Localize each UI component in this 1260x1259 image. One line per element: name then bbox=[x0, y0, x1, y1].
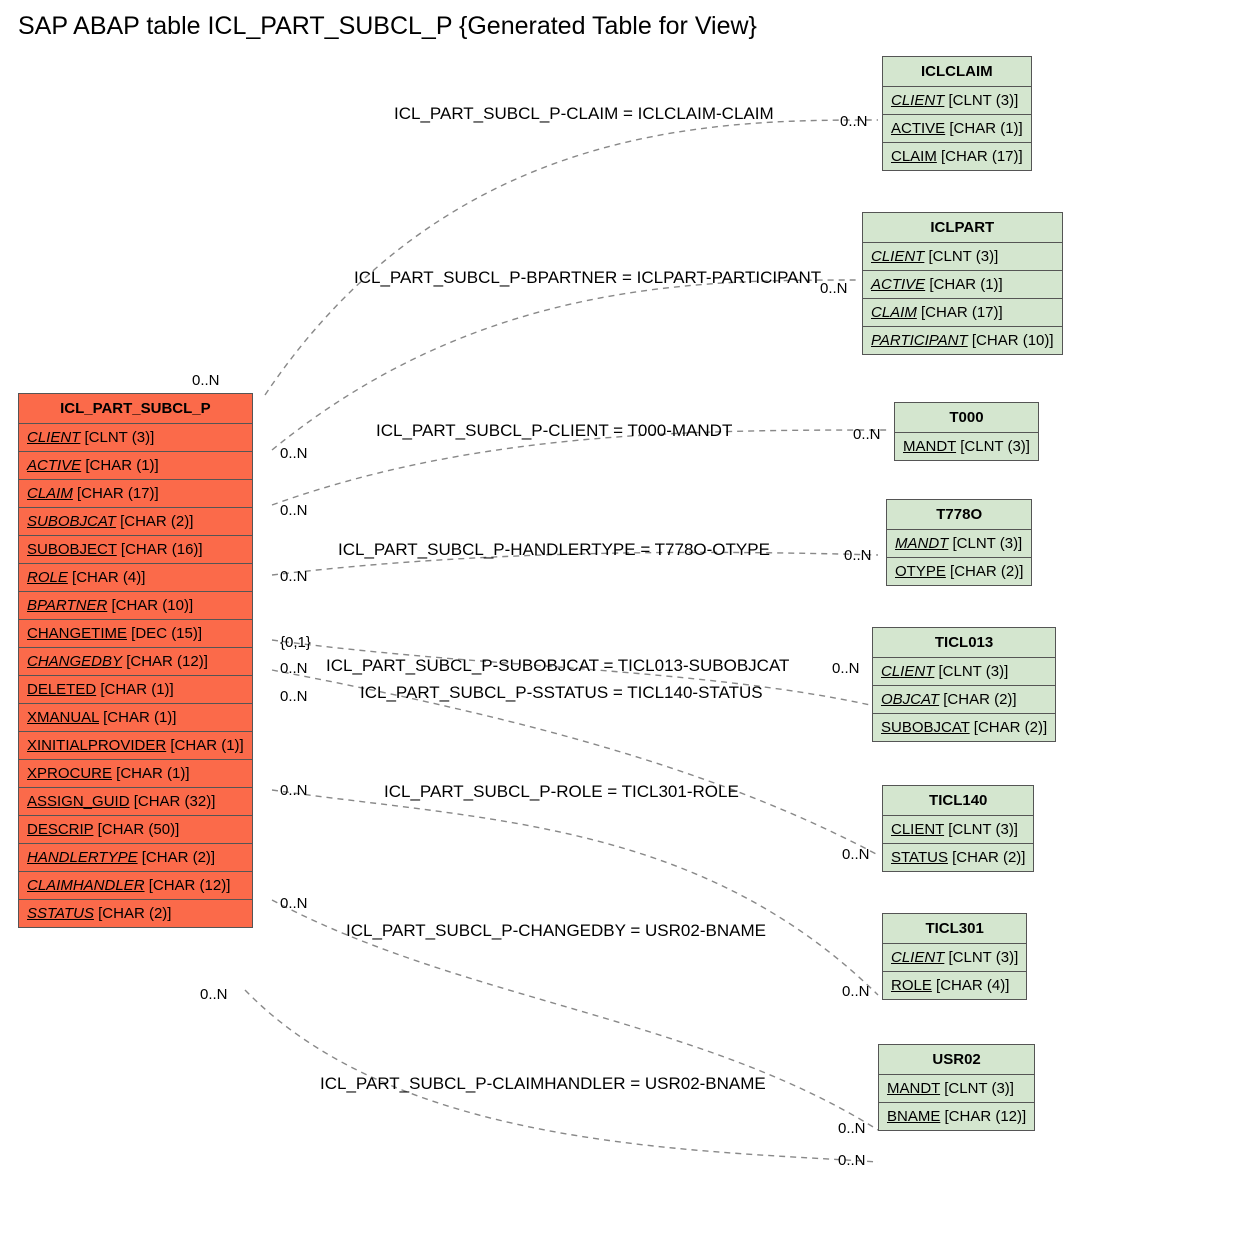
table-usr02: USR02MANDT [CLNT (3)]BNAME [CHAR (12)] bbox=[878, 1044, 1035, 1131]
field-row: DELETED [CHAR (1)] bbox=[19, 676, 252, 704]
field-row: XPROCURE [CHAR (1)] bbox=[19, 760, 252, 788]
field-row: CLIENT [CLNT (3)] bbox=[863, 243, 1062, 271]
page-title: SAP ABAP table ICL_PART_SUBCL_P {Generat… bbox=[18, 12, 757, 41]
rel-label: ICL_PART_SUBCL_P-CLAIMHANDLER = USR02-BN… bbox=[320, 1074, 766, 1094]
table-ticl140: TICL140CLIENT [CLNT (3)]STATUS [CHAR (2)… bbox=[882, 785, 1034, 872]
cardinality: 0..N bbox=[192, 372, 220, 389]
rel-label: ICL_PART_SUBCL_P-CHANGEDBY = USR02-BNAME bbox=[346, 921, 766, 941]
field-row: CLIENT [CLNT (3)] bbox=[883, 944, 1026, 972]
cardinality: 0..N bbox=[842, 846, 870, 863]
field-row: ROLE [CHAR (4)] bbox=[883, 972, 1026, 999]
field-row: XINITIALPROVIDER [CHAR (1)] bbox=[19, 732, 252, 760]
cardinality: 0..N bbox=[853, 426, 881, 443]
field-row: CLAIMHANDLER [CHAR (12)] bbox=[19, 872, 252, 900]
table-iclclaim: ICLCLAIMCLIENT [CLNT (3)]ACTIVE [CHAR (1… bbox=[882, 56, 1032, 171]
field-row: MANDT [CLNT (3)] bbox=[887, 530, 1031, 558]
table-header: USR02 bbox=[879, 1045, 1034, 1075]
field-row: HANDLERTYPE [CHAR (2)] bbox=[19, 844, 252, 872]
cardinality: 0..N bbox=[200, 986, 228, 1003]
cardinality: {0,1} bbox=[280, 634, 311, 651]
rel-label: ICL_PART_SUBCL_P-SUBOBJCAT = TICL013-SUB… bbox=[326, 656, 789, 676]
field-row: OTYPE [CHAR (2)] bbox=[887, 558, 1031, 585]
field-row: SSTATUS [CHAR (2)] bbox=[19, 900, 252, 927]
field-row: ACTIVE [CHAR (1)] bbox=[19, 452, 252, 480]
table-header: TICL140 bbox=[883, 786, 1033, 816]
table-header: TICL013 bbox=[873, 628, 1055, 658]
cardinality: 0..N bbox=[842, 983, 870, 1000]
field-row: MANDT [CLNT (3)] bbox=[895, 433, 1038, 460]
cardinality: 0..N bbox=[280, 445, 308, 462]
table-ticl013: TICL013CLIENT [CLNT (3)]OBJCAT [CHAR (2)… bbox=[872, 627, 1056, 742]
table-icl-part-subcl-p: ICL_PART_SUBCL_P CLIENT [CLNT (3)]ACTIVE… bbox=[18, 393, 253, 928]
cardinality: 0..N bbox=[280, 502, 308, 519]
field-row: BPARTNER [CHAR (10)] bbox=[19, 592, 252, 620]
field-row: CHANGETIME [DEC (15)] bbox=[19, 620, 252, 648]
table-header: T000 bbox=[895, 403, 1038, 433]
field-row: OBJCAT [CHAR (2)] bbox=[873, 686, 1055, 714]
field-row: CLAIM [CHAR (17)] bbox=[19, 480, 252, 508]
table-ticl301: TICL301CLIENT [CLNT (3)]ROLE [CHAR (4)] bbox=[882, 913, 1027, 1000]
field-row: CLAIM [CHAR (17)] bbox=[863, 299, 1062, 327]
rel-label: ICL_PART_SUBCL_P-CLIENT = T000-MANDT bbox=[376, 421, 732, 441]
cardinality: 0..N bbox=[832, 660, 860, 677]
field-row: PARTICIPANT [CHAR (10)] bbox=[863, 327, 1062, 354]
field-row: CLIENT [CLNT (3)] bbox=[873, 658, 1055, 686]
table-t778o: T778OMANDT [CLNT (3)]OTYPE [CHAR (2)] bbox=[886, 499, 1032, 586]
field-row: DESCRIP [CHAR (50)] bbox=[19, 816, 252, 844]
cardinality: 0..N bbox=[838, 1152, 866, 1169]
field-row: CHANGEDBY [CHAR (12)] bbox=[19, 648, 252, 676]
cardinality: 0..N bbox=[280, 660, 308, 677]
cardinality: 0..N bbox=[280, 568, 308, 585]
field-row: CLIENT [CLNT (3)] bbox=[19, 424, 252, 452]
table-header: TICL301 bbox=[883, 914, 1026, 944]
rel-label: ICL_PART_SUBCL_P-ROLE = TICL301-ROLE bbox=[384, 782, 739, 802]
field-row: BNAME [CHAR (12)] bbox=[879, 1103, 1034, 1130]
field-row: SUBOBJECT [CHAR (16)] bbox=[19, 536, 252, 564]
rel-label: ICL_PART_SUBCL_P-HANDLERTYPE = T778O-OTY… bbox=[338, 540, 770, 560]
table-header: ICL_PART_SUBCL_P bbox=[19, 394, 252, 424]
rel-label: ICL_PART_SUBCL_P-SSTATUS = TICL140-STATU… bbox=[360, 683, 763, 703]
field-row: SUBOBJCAT [CHAR (2)] bbox=[873, 714, 1055, 741]
cardinality: 0..N bbox=[844, 547, 872, 564]
field-row: CLIENT [CLNT (3)] bbox=[883, 816, 1033, 844]
field-row: ACTIVE [CHAR (1)] bbox=[863, 271, 1062, 299]
field-row: ACTIVE [CHAR (1)] bbox=[883, 115, 1031, 143]
table-iclpart: ICLPARTCLIENT [CLNT (3)]ACTIVE [CHAR (1)… bbox=[862, 212, 1063, 355]
field-row: XMANUAL [CHAR (1)] bbox=[19, 704, 252, 732]
table-header: ICLCLAIM bbox=[883, 57, 1031, 87]
table-header: T778O bbox=[887, 500, 1031, 530]
field-row: STATUS [CHAR (2)] bbox=[883, 844, 1033, 871]
cardinality: 0..N bbox=[820, 280, 848, 297]
rel-label: ICL_PART_SUBCL_P-BPARTNER = ICLPART-PART… bbox=[354, 268, 821, 288]
cardinality: 0..N bbox=[838, 1120, 866, 1137]
field-row: ASSIGN_GUID [CHAR (32)] bbox=[19, 788, 252, 816]
field-row: ROLE [CHAR (4)] bbox=[19, 564, 252, 592]
cardinality: 0..N bbox=[840, 113, 868, 130]
rel-label: ICL_PART_SUBCL_P-CLAIM = ICLCLAIM-CLAIM bbox=[394, 104, 774, 124]
table-header: ICLPART bbox=[863, 213, 1062, 243]
cardinality: 0..N bbox=[280, 782, 308, 799]
field-row: CLIENT [CLNT (3)] bbox=[883, 87, 1031, 115]
field-row: MANDT [CLNT (3)] bbox=[879, 1075, 1034, 1103]
table-t000: T000MANDT [CLNT (3)] bbox=[894, 402, 1039, 461]
cardinality: 0..N bbox=[280, 895, 308, 912]
cardinality: 0..N bbox=[280, 688, 308, 705]
field-row: CLAIM [CHAR (17)] bbox=[883, 143, 1031, 170]
field-row: SUBOBJCAT [CHAR (2)] bbox=[19, 508, 252, 536]
